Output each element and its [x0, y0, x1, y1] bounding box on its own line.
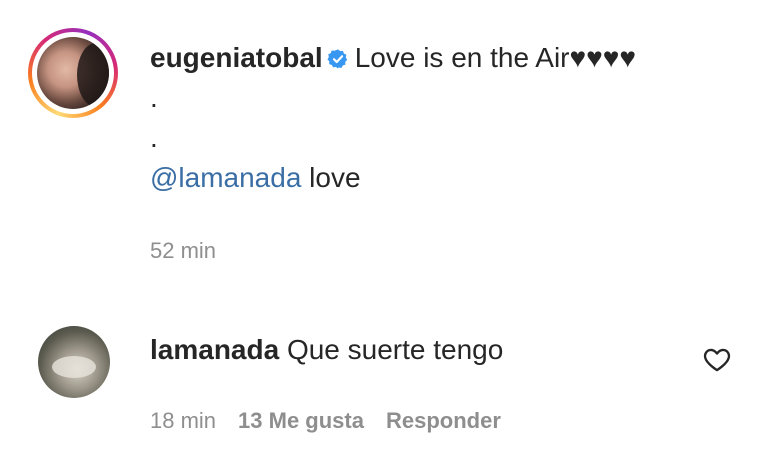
- caption-username[interactable]: eugeniatobal: [150, 42, 323, 73]
- reply-avatar[interactable]: [38, 326, 110, 398]
- comment-thread: eugeniatobal Love is en the Air♥♥♥♥ . . @…: [0, 0, 767, 457]
- mention-link[interactable]: @lamanada: [150, 162, 301, 193]
- verified-badge-icon: [327, 49, 347, 69]
- caption-first-line: eugeniatobal Love is en the Air♥♥♥♥: [150, 38, 750, 78]
- reply-comment: lamanada Que suerte tengo: [150, 330, 503, 370]
- likes-count[interactable]: 13 Me gusta: [238, 408, 364, 433]
- caption: eugeniatobal Love is en the Air♥♥♥♥ . . @…: [150, 38, 750, 198]
- reply-text: Que suerte tengo: [286, 334, 504, 365]
- caption-dot: .: [150, 122, 158, 153]
- reply-username[interactable]: lamanada: [150, 334, 279, 365]
- caption-mention-line: @lamanada love: [150, 158, 750, 198]
- reply-timestamp[interactable]: 18 min: [150, 408, 216, 433]
- heart-icon[interactable]: [703, 346, 731, 372]
- reply-meta: 18 min 13 Me gusta Responder: [150, 406, 523, 436]
- caption-timestamp[interactable]: 52 min: [150, 238, 216, 264]
- mention-suffix: love: [301, 162, 361, 193]
- caption-dot: .: [150, 82, 158, 113]
- reply-button[interactable]: Responder: [386, 408, 501, 433]
- profile-photo: [37, 37, 109, 109]
- caption-text: Love is en the Air♥♥♥♥: [354, 42, 637, 73]
- caption-avatar[interactable]: [28, 28, 118, 118]
